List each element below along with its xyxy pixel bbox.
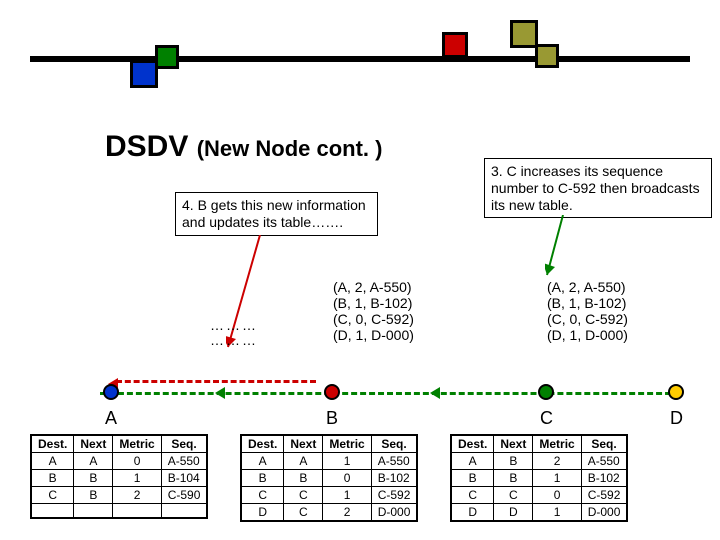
node-d-icon (668, 384, 684, 400)
tuple: (D, 1, D-000) (333, 327, 414, 343)
decor-blue-square (130, 60, 158, 88)
col-metric: Metric (113, 435, 161, 453)
link-dash (100, 392, 680, 395)
tuple: (A, 2, A-550) (547, 279, 628, 295)
xmit-dash-b-to-a (116, 380, 316, 383)
title-main: DSDV (105, 130, 188, 163)
col-dest: Dest. (451, 435, 494, 453)
col-seq: Seq. (581, 435, 627, 453)
node-b-label: B (326, 408, 338, 429)
node-a-icon (103, 384, 119, 400)
title-sub: (New Node cont. ) (197, 136, 383, 161)
dots-row: ……… (210, 333, 258, 348)
col-next: Next (74, 435, 113, 453)
header-line (30, 56, 690, 62)
col-metric: Metric (323, 435, 371, 453)
ellipsis-dots: ……… ……… (210, 318, 258, 349)
arrow-left-icon (430, 387, 440, 399)
callout-step4: 4. B gets this new information and updat… (175, 192, 378, 236)
header-decor (30, 20, 690, 85)
broadcast-tuples-b: (A, 2, A-550) (B, 1, B-102) (C, 0, C-592… (333, 279, 414, 343)
table-row: BB1B-102 (451, 470, 627, 487)
arrow-red-icon (260, 235, 261, 325)
routing-table-b: Dest. Next Metric Seq. AA1A-550 BB0B-102… (240, 434, 418, 522)
network-line (100, 392, 680, 393)
decor-olive-square (510, 20, 538, 48)
col-next: Next (284, 435, 323, 453)
decor-green-square (155, 45, 179, 69)
table-row: CB2C-590 (31, 487, 207, 504)
table-header: Dest. Next Metric Seq. (241, 435, 417, 453)
tuple: (C, 0, C-592) (333, 311, 414, 327)
node-c-label: C (540, 408, 553, 429)
node-c-icon (538, 384, 554, 400)
col-dest: Dest. (241, 435, 284, 453)
tuple: (B, 1, B-102) (547, 295, 628, 311)
tuple: (D, 1, D-000) (547, 327, 628, 343)
dots-row: ……… (210, 318, 258, 333)
table-row-empty (31, 504, 207, 518)
arrow-left-icon (215, 387, 225, 399)
table-row: CC1C-592 (241, 487, 417, 504)
table-row: AB2A-550 (451, 453, 627, 470)
table-header: Dest. Next Metric Seq. (31, 435, 207, 453)
node-a-label: A (105, 408, 117, 429)
table-row: BB0B-102 (241, 470, 417, 487)
table-row: DD1D-000 (451, 504, 627, 522)
tuple: (C, 0, C-592) (547, 311, 628, 327)
table-row: AA1A-550 (241, 453, 417, 470)
table-row: BB1B-104 (31, 470, 207, 487)
routing-table-a: Dest. Next Metric Seq. AA0A-550 BB1B-104… (30, 434, 208, 519)
broadcast-tuples-c: (A, 2, A-550) (B, 1, B-102) (C, 0, C-592… (547, 279, 628, 343)
tuple: (B, 1, B-102) (333, 295, 414, 311)
node-b-icon (324, 384, 340, 400)
routing-table-c: Dest. Next Metric Seq. AB2A-550 BB1B-102… (450, 434, 628, 522)
tuple: (A, 2, A-550) (333, 279, 414, 295)
callout-step3: 3. C increases its sequence number to C-… (484, 158, 712, 218)
col-dest: Dest. (31, 435, 74, 453)
col-seq: Seq. (161, 435, 207, 453)
col-metric: Metric (533, 435, 581, 453)
col-next: Next (494, 435, 533, 453)
table-row: AA0A-550 (31, 453, 207, 470)
table-row: DC2D-000 (241, 504, 417, 522)
slide-title: DSDV (New Node cont. ) (105, 130, 382, 164)
table-header: Dest. Next Metric Seq. (451, 435, 627, 453)
decor-olive-square-2 (535, 44, 559, 68)
decor-red-square (442, 32, 468, 58)
node-d-label: D (670, 408, 683, 429)
col-seq: Seq. (371, 435, 417, 453)
table-row: CC0C-592 (451, 487, 627, 504)
